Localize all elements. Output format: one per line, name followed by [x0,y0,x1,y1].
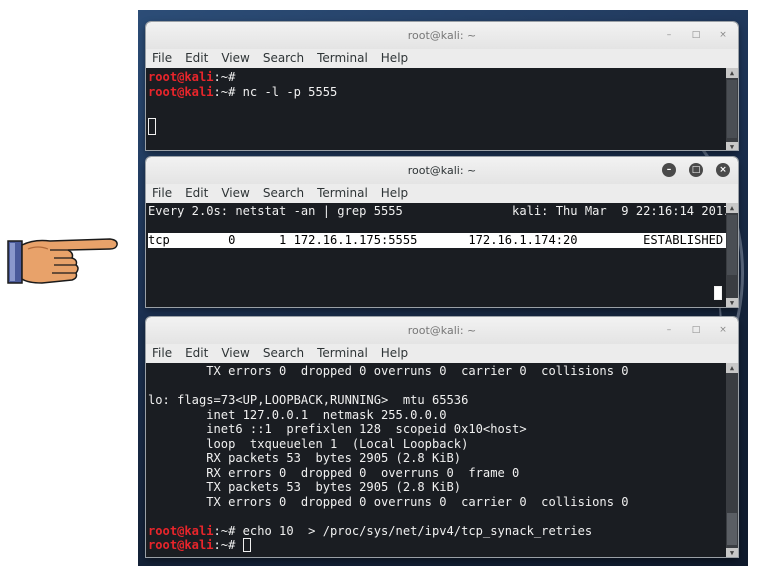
scrollbar[interactable]: ▲ ▼ [726,68,738,150]
scroll-up-arrow-icon[interactable]: ▲ [726,68,738,78]
scroll-down-arrow-icon[interactable]: ▼ [726,548,738,557]
prompt-user: root@kali [148,84,214,99]
window-title: root@kali: ~ [407,29,477,42]
terminal-line: RX errors 0 dropped 0 overruns 0 frame 0 [148,465,520,480]
menu-edit[interactable]: Edit [185,49,208,68]
menu-view[interactable]: View [221,344,249,363]
maximize-button[interactable]: □ [689,28,703,42]
pointing-hand-icon [7,238,118,284]
terminal-line: :~# [213,538,243,552]
terminal-window-2[interactable]: root@kali: ~ – □ × File Edit View Search… [146,157,738,307]
scroll-down-arrow-icon[interactable]: ▼ [726,298,738,307]
window-title: root@kali: ~ [407,164,477,177]
menu-terminal[interactable]: Terminal [317,49,368,68]
window-titlebar[interactable]: root@kali: ~ – □ × [146,22,738,49]
menu-bar: File Edit View Search Terminal Help [146,344,738,363]
terminal-cursor [242,538,251,552]
menu-search[interactable]: Search [263,49,304,68]
menu-file[interactable]: File [152,184,172,203]
terminal-output[interactable]: Every 2.0s: netstat -an | grep 5555 kali… [146,203,738,307]
scrollbar[interactable]: ▲ ▼ [726,203,738,307]
terminal-cursor [148,117,156,135]
window-title: root@kali: ~ [407,324,477,337]
menu-terminal[interactable]: Terminal [317,184,368,203]
terminal-line: :~# echo 10 > /proc/sys/net/ipv4/tcp_syn… [213,523,593,538]
terminal-line: inet 127.0.0.1 netmask 255.0.0.0 [148,407,447,422]
terminal-output[interactable]: root@kali:~# root@kali:~# nc -l -p 5555 … [146,68,738,150]
terminal-line: lo: flags=73<UP,LOOPBACK,RUNNING> mtu 65… [148,393,469,407]
menu-view[interactable]: View [221,49,249,68]
terminal-line: RX packets 53 bytes 2905 (2.8 KiB) [148,451,462,465]
watch-header: Every 2.0s: netstat -an | grep 5555 kali… [148,204,731,218]
terminal-line: :~# nc -l -p 5555 [213,84,338,99]
scroll-thumb[interactable] [727,80,737,138]
maximize-button[interactable]: □ [689,163,703,177]
scroll-up-arrow-icon[interactable]: ▲ [726,363,738,373]
menu-terminal[interactable]: Terminal [317,344,368,363]
menu-search[interactable]: Search [263,344,304,363]
minimize-button[interactable]: – [662,163,676,177]
menu-file[interactable]: File [152,344,172,363]
terminal-line: TX packets 53 bytes 2905 (2.8 KiB) [148,480,462,494]
menu-search[interactable]: Search [263,184,304,203]
prompt-user: root@kali [148,523,214,538]
terminal-line: :~# [213,70,236,84]
terminal-line: TX errors 0 dropped 0 overruns 0 carrier… [148,364,629,378]
menu-help[interactable]: Help [381,344,408,363]
terminal-line: TX errors 0 dropped 0 overruns 0 carrier… [148,494,629,509]
prompt-user: root@kali [148,70,214,84]
scroll-down-arrow-icon[interactable]: ▼ [726,142,738,150]
menu-view[interactable]: View [221,184,249,203]
prompt-user: root@kali [148,538,214,552]
terminal-output[interactable]: TX errors 0 dropped 0 overruns 0 carrier… [146,363,738,557]
scroll-thumb[interactable] [727,215,737,275]
menu-help[interactable]: Help [381,184,408,203]
menu-bar: File Edit View Search Terminal Help [146,49,738,68]
menu-file[interactable]: File [152,49,172,68]
close-button[interactable]: × [716,323,730,337]
minimize-button[interactable]: – [662,28,676,42]
close-button[interactable]: × [716,28,730,42]
menu-edit[interactable]: Edit [185,184,208,203]
terminal-line: inet6 ::1 prefixlen 128 scopeid 0x10<hos… [148,422,527,436]
desktop-background: root@kali: ~ – □ × File Edit View Search… [138,10,748,566]
terminal-line: loop txqueuelen 1 (Local Loopback) [148,436,469,451]
minimize-button[interactable]: – [662,323,676,337]
window-titlebar[interactable]: root@kali: ~ – □ × [146,317,738,344]
terminal-window-3[interactable]: root@kali: ~ – □ × File Edit View Search… [146,317,738,557]
scroll-up-arrow-icon[interactable]: ▲ [726,203,738,213]
menu-bar: File Edit View Search Terminal Help [146,184,738,203]
scroll-thumb[interactable] [727,513,737,545]
maximize-button[interactable]: □ [689,323,703,337]
terminal-cursor [714,286,722,300]
menu-edit[interactable]: Edit [185,344,208,363]
scrollbar[interactable]: ▲ ▼ [726,363,738,557]
netstat-row-established: tcp 0 1 172.16.1.175:5555 172.16.1.174:2… [148,233,738,248]
close-button[interactable]: × [716,163,730,177]
menu-help[interactable]: Help [381,49,408,68]
window-titlebar[interactable]: root@kali: ~ – □ × [146,157,738,184]
terminal-window-1[interactable]: root@kali: ~ – □ × File Edit View Search… [146,22,738,150]
